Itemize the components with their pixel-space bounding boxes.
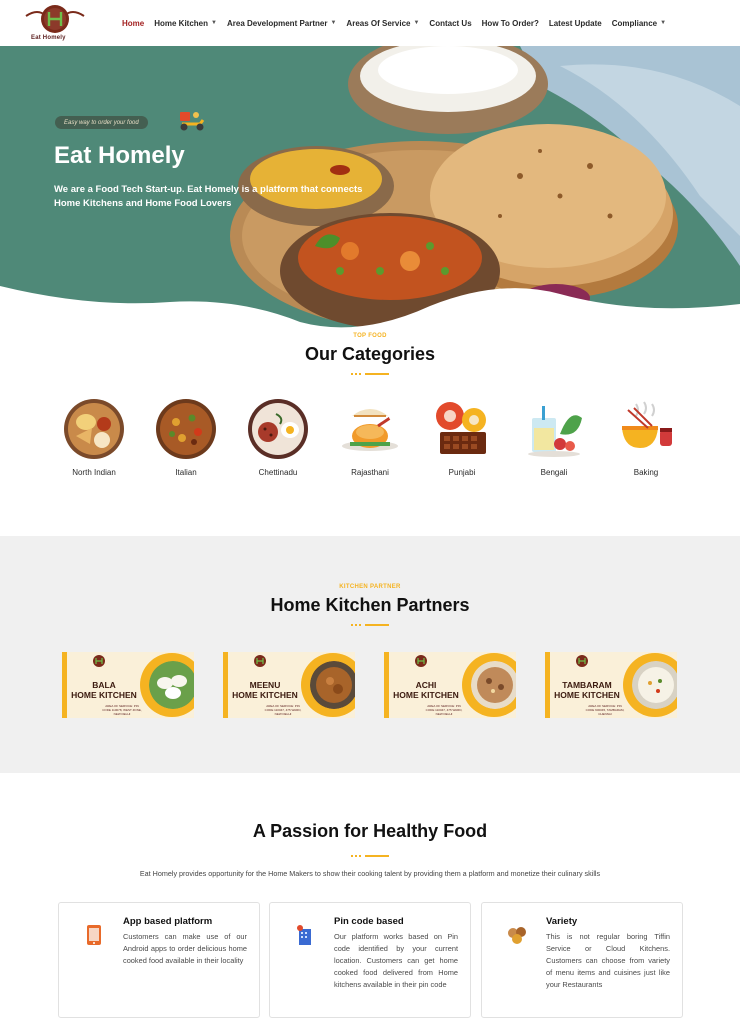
idli-dish-image	[149, 661, 194, 709]
italian-dish-icon	[156, 399, 216, 459]
partner-address: AREA OF SERVICE: PIN CODE 110047, 475 WA…	[425, 704, 463, 716]
partners-kicker: KITCHEN PARTNER	[339, 584, 401, 590]
category-north-indian[interactable]: North Indian	[56, 398, 132, 477]
title-underline	[351, 624, 389, 626]
category-label: Chettinadu	[258, 468, 298, 477]
building-location-icon	[297, 925, 311, 945]
categories-kicker: TOP FOOD	[353, 333, 387, 339]
category-label: Italian	[175, 468, 197, 477]
biryani-dish-image	[471, 661, 516, 709]
category-label: North Indian	[72, 468, 116, 477]
partner-card-bala[interactable]: BALA HOME KITCHEN AREA OF SERVICE: PIN CO…	[62, 652, 194, 718]
food-variety-icon	[508, 927, 526, 944]
hero-tagline: Easy way to order your food	[55, 116, 148, 129]
partner-card-tambaram[interactable]: TAMBARAM HOME KITCHEN AREA OF SERVICE: PI…	[545, 652, 677, 718]
nav-areas-of-service[interactable]: Areas Of Service ▼	[346, 19, 419, 28]
chevron-down-icon: ▼	[660, 20, 667, 26]
punjabi-snacks-icon	[436, 402, 486, 454]
feature-text: This is not regular boring Tiffin Servic…	[546, 932, 670, 989]
category-list: North Indian Italian Chettinadu Rajastha…	[56, 398, 696, 488]
partner-name: MEENU HOME KITCHEN	[232, 680, 298, 700]
category-bengali[interactable]: Bengali	[516, 398, 592, 477]
passion-title: A Passion for Healthy Food	[252, 821, 488, 841]
partner-card-meenu[interactable]: MEENU HOME KITCHEN AREA OF SERVICE: PIN C…	[223, 652, 355, 718]
partner-name: BALA HOME KITCHEN	[71, 680, 137, 700]
category-italian[interactable]: Italian	[148, 398, 224, 477]
nav-compliance[interactable]: Compliance ▼	[612, 19, 666, 28]
eat-homely-logo	[254, 655, 266, 667]
feature-title: App based platform	[123, 916, 213, 927]
hero-title: Eat Homely	[54, 142, 185, 169]
eat-homely-logo	[576, 655, 588, 667]
logo-text: Eat Homely	[31, 35, 66, 41]
feature-card-app-based: App based platform Customers can make us…	[58, 902, 260, 1018]
feature-card-pin-code: Pin code based Our platform works based …	[269, 902, 471, 1018]
hero-description: We are a Food Tech Start-up. Eat Homely …	[54, 184, 363, 209]
curry-dish-image	[310, 661, 355, 709]
category-label: Punjabi	[448, 468, 476, 477]
feature-title: Variety	[546, 916, 578, 927]
nav-home-kitchen[interactable]: Home Kitchen ▼	[154, 19, 217, 28]
nav-area-development-partner[interactable]: Area Development Partner ▼	[227, 19, 336, 28]
category-chettinadu[interactable]: Chettinadu	[240, 398, 316, 477]
partners-title: Home Kitchen Partners	[270, 595, 470, 615]
feature-card-variety: Variety This is not regular boring Tiffi…	[481, 902, 683, 1018]
hero-banner: Easy way to order your food Eat Homely W…	[0, 46, 740, 328]
nav-contact-us[interactable]: Contact Us	[429, 19, 471, 28]
eat-homely-logo	[93, 655, 105, 667]
partner-card-achi[interactable]: ACHI HOME KITCHEN AREA OF SERVICE: PIN CO…	[384, 652, 516, 718]
title-underline	[351, 373, 389, 375]
partner-name: ACHI HOME KITCHEN	[393, 680, 459, 700]
rice-dish-image	[632, 661, 677, 709]
delivery-scooter-icon	[180, 112, 205, 131]
baking-bowl-icon	[622, 401, 672, 448]
category-label: Bengali	[540, 468, 568, 477]
partner-name: TAMBARAM HOME KITCHEN	[554, 680, 620, 700]
feature-text: Our platform works based on Pin code ide…	[334, 932, 458, 989]
chevron-down-icon: ▼	[413, 20, 420, 26]
chevron-down-icon: ▼	[330, 20, 337, 26]
partner-address: AREA OF SERVICE: PIN CODE 110078, WEST Z…	[102, 704, 142, 716]
chettinadu-plate-icon	[248, 399, 308, 459]
mobile-app-icon	[87, 925, 101, 945]
feature-title: Pin code based	[334, 916, 404, 927]
title-underline	[351, 855, 389, 857]
nav-how-to-order[interactable]: How To Order?	[482, 19, 539, 28]
bengali-drink-icon	[528, 406, 582, 457]
passion-description: Eat Homely provides opportunity for the …	[139, 869, 601, 878]
partner-address: AREA OF SERVICE: PIN CODE 110047, 475 WA…	[264, 704, 302, 716]
nav-latest-update[interactable]: Latest Update	[549, 19, 602, 28]
categories-title: Our Categories	[304, 344, 436, 364]
rajasthani-food-icon	[342, 409, 398, 451]
category-baking[interactable]: Baking	[608, 398, 684, 477]
category-label: Baking	[633, 468, 659, 477]
site-header: Eat Homely Home Home Kitchen ▼ Area Devel…	[0, 0, 740, 46]
category-punjabi[interactable]: Punjabi	[424, 398, 500, 477]
chevron-down-icon: ▼	[211, 20, 217, 26]
feature-text: Customers can make use of our Android ap…	[123, 932, 247, 965]
nav-home[interactable]: Home	[122, 19, 144, 28]
north-indian-thali-icon	[64, 399, 124, 459]
eat-homely-logo	[415, 655, 427, 667]
category-label: Rajasthani	[351, 468, 389, 477]
main-nav: Home Home Kitchen ▼ Area Development Part…	[122, 0, 676, 46]
category-rajasthani[interactable]: Rajasthani	[332, 398, 408, 477]
partner-address: AREA OF SERVICE: PIN CODE 600045, TAMBAR…	[585, 704, 625, 716]
